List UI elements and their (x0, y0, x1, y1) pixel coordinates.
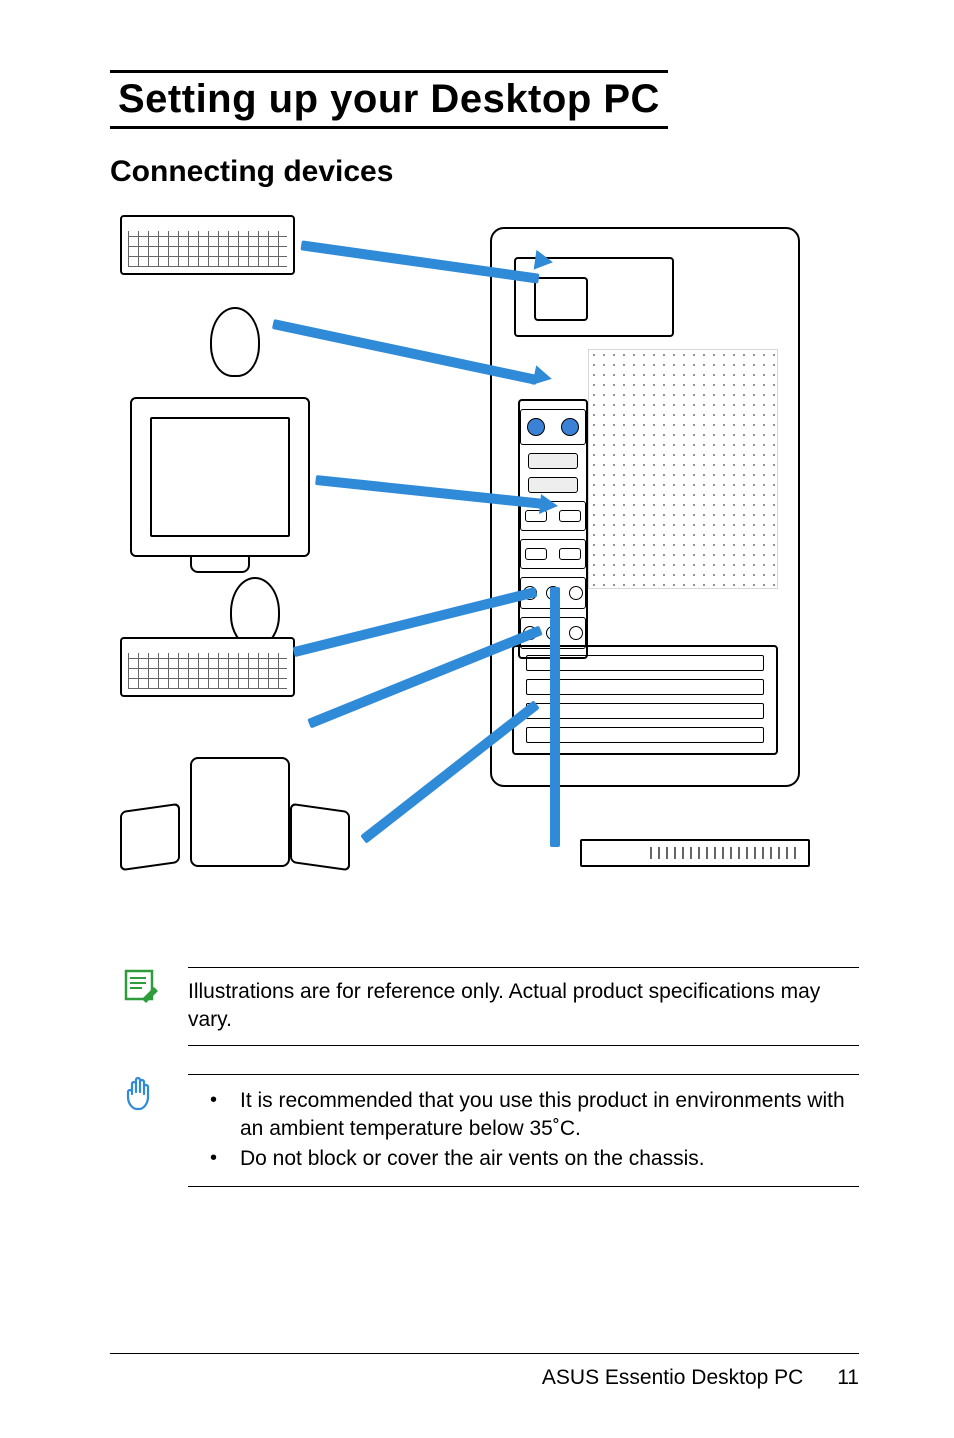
footer-page-number: 11 (837, 1366, 859, 1390)
dvi-port (528, 477, 578, 493)
vent-grid (588, 349, 778, 589)
hand-icon (120, 1074, 160, 1114)
monitor-stand (190, 555, 250, 573)
usb-lan-ports (520, 539, 586, 569)
page-footer: ASUS Essentio Desktop PC 11 (110, 1353, 859, 1390)
note-text: Illustrations are for reference only. Ac… (188, 967, 859, 1046)
speakers (120, 747, 350, 877)
note-reference: Illustrations are for reference only. Ac… (120, 967, 859, 1046)
mouse-ps2 (210, 307, 260, 377)
arrow-network (550, 587, 560, 847)
connection-diagram (120, 207, 840, 887)
section-heading: Connecting devices (110, 155, 859, 189)
caution-bullet-1: It is recommended that you use this prod… (210, 1087, 855, 1144)
caution-bullet-2: Do not block or cover the air vents on t… (210, 1145, 855, 1173)
footer-product: ASUS Essentio Desktop PC (542, 1366, 803, 1389)
caution-text: It is recommended that you use this prod… (188, 1074, 859, 1187)
page-title: Setting up your Desktop PC (110, 70, 668, 129)
monitor (130, 397, 310, 557)
ps2-ports (520, 409, 586, 445)
network-switch (580, 839, 810, 867)
note-caution: It is recommended that you use this prod… (120, 1074, 859, 1187)
note-icon (120, 967, 160, 1003)
keyboard-usb (120, 637, 295, 697)
vga-port (528, 453, 578, 469)
keyboard-ps2 (120, 215, 295, 275)
